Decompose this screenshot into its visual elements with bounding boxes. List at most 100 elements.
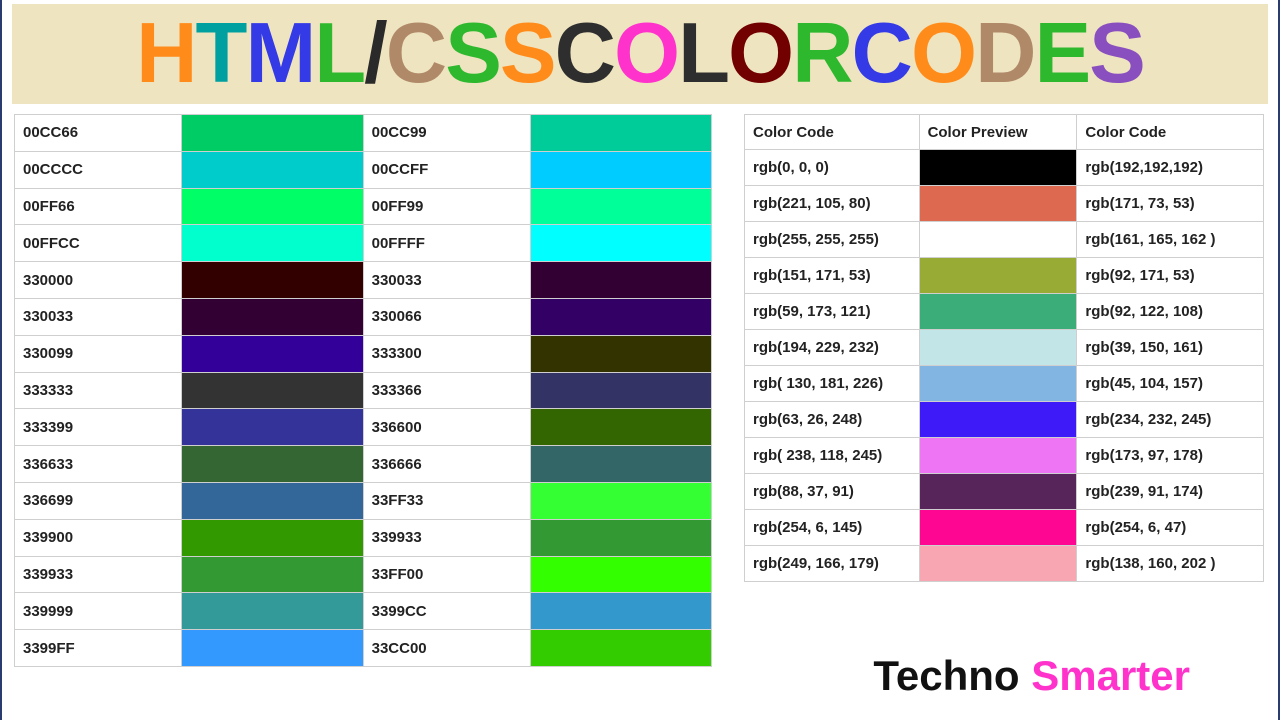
table-row: 00FF6600FF99 — [15, 188, 712, 225]
hex-code-cell: 333300 — [363, 335, 530, 372]
table-row: rgb(249, 166, 179)rgb(138, 160, 202 ) — [745, 546, 1264, 582]
hex-swatch — [182, 262, 363, 299]
hex-swatch — [182, 115, 363, 152]
header-color-code-right: Color Code — [1077, 115, 1264, 150]
hex-code-cell: 33FF00 — [363, 556, 530, 593]
rgb-swatch — [919, 474, 1077, 510]
hex-code-cell: 333366 — [363, 372, 530, 409]
table-row: 333399336600 — [15, 409, 712, 446]
rgb-swatch — [919, 510, 1077, 546]
rgb-code-cell: rgb(0, 0, 0) — [745, 150, 920, 186]
title-letter: O — [911, 5, 975, 103]
hex-swatch — [530, 262, 711, 299]
hex-swatch — [182, 372, 363, 409]
table-row: 00FFCC 00FFFF — [15, 225, 712, 262]
table-row: 339900339933 — [15, 519, 712, 556]
hex-swatch — [182, 151, 363, 188]
hex-code-cell: 3399FF — [15, 630, 182, 667]
rgb-swatch — [919, 294, 1077, 330]
table-row: rgb(194, 229, 232)rgb(39, 150, 161) — [745, 330, 1264, 366]
title-letter: O — [614, 5, 678, 103]
hex-swatch — [182, 519, 363, 556]
hex-code-cell: 00CCCC — [15, 151, 182, 188]
hex-swatch — [530, 335, 711, 372]
hex-code-cell: 00CC99 — [363, 115, 530, 152]
title-letter: C — [852, 5, 911, 103]
hex-code-cell: 333333 — [15, 372, 182, 409]
hex-swatch — [182, 630, 363, 667]
title-letter: O — [728, 5, 792, 103]
table-row: 330099 333300 — [15, 335, 712, 372]
header-color-preview: Color Preview — [919, 115, 1077, 150]
hex-swatch — [530, 556, 711, 593]
hex-code-cell: 00FFFF — [363, 225, 530, 262]
hex-code-cell: 330099 — [15, 335, 182, 372]
hex-code-cell: 336633 — [15, 446, 182, 483]
hex-code-cell: 00FF99 — [363, 188, 530, 225]
hex-code-cell: 336699 — [15, 482, 182, 519]
rgb-code-cell: rgb(254, 6, 47) — [1077, 510, 1264, 546]
title-letter: H — [136, 5, 195, 103]
hex-swatch — [182, 335, 363, 372]
hex-swatch — [182, 482, 363, 519]
hex-swatch — [182, 446, 363, 483]
hex-code-cell: 339933 — [363, 519, 530, 556]
title-letter: D — [975, 5, 1034, 103]
rgb-swatch — [919, 330, 1077, 366]
title-letter: S — [1089, 5, 1144, 103]
hex-swatch — [530, 630, 711, 667]
hex-swatch — [182, 409, 363, 446]
title-letter: M — [245, 5, 314, 103]
rgb-code-cell: rgb(194, 229, 232) — [745, 330, 920, 366]
rgb-header-row: Color Code Color Preview Color Code — [745, 115, 1264, 150]
rgb-swatch — [919, 366, 1077, 402]
title-letter: T — [196, 5, 246, 103]
hex-swatch — [530, 151, 711, 188]
rgb-code-cell: rgb(173, 97, 178) — [1077, 438, 1264, 474]
rgb-code-cell: rgb(63, 26, 248) — [745, 402, 920, 438]
table-row: 33993333FF00 — [15, 556, 712, 593]
table-row: rgb( 238, 118, 245) rgb(173, 97, 178) — [745, 438, 1264, 474]
rgb-code-cell: rgb( 238, 118, 245) — [745, 438, 920, 474]
rgb-swatch — [919, 438, 1077, 474]
rgb-code-cell: rgb(88, 37, 91) — [745, 474, 920, 510]
rgb-code-cell: rgb(234, 232, 245) — [1077, 402, 1264, 438]
hex-swatch — [530, 593, 711, 630]
hex-code-cell: 336600 — [363, 409, 530, 446]
rgb-code-cell: rgb(92, 171, 53) — [1077, 258, 1264, 294]
hex-swatch — [182, 188, 363, 225]
rgb-code-cell: rgb(138, 160, 202 ) — [1077, 546, 1264, 582]
hex-swatch — [182, 593, 363, 630]
table-row: rgb(255, 255, 255)rgb(161, 165, 162 ) — [745, 222, 1264, 258]
hex-swatch — [182, 298, 363, 335]
table-row: 336633336666 — [15, 446, 712, 483]
rgb-code-cell: rgb(161, 165, 162 ) — [1077, 222, 1264, 258]
rgb-swatch — [919, 186, 1077, 222]
table-row: rgb(63, 26, 248) rgb(234, 232, 245) — [745, 402, 1264, 438]
hex-code-cell: 33FF33 — [363, 482, 530, 519]
rgb-code-cell: rgb(192,192,192) — [1077, 150, 1264, 186]
rgb-code-cell: rgb(92, 122, 108) — [1077, 294, 1264, 330]
header-color-code-left: Color Code — [745, 115, 920, 150]
rgb-swatch — [919, 258, 1077, 294]
rgb-code-cell: rgb( 130, 181, 226) — [745, 366, 920, 402]
hex-code-cell: 00FFCC — [15, 225, 182, 262]
hex-swatch — [182, 225, 363, 262]
table-row: 00CC6600CC99 — [15, 115, 712, 152]
hex-swatch — [530, 115, 711, 152]
brand-word-1: Techno — [873, 652, 1031, 699]
table-row: rgb(88, 37, 91)rgb(239, 91, 174) — [745, 474, 1264, 510]
rgb-swatch — [919, 402, 1077, 438]
hex-code-cell: 33CC00 — [363, 630, 530, 667]
table-row: 333333 333366 — [15, 372, 712, 409]
title-letter: C — [555, 5, 614, 103]
hex-code-cell: 330033 — [363, 262, 530, 299]
table-row: 330000330033 — [15, 262, 712, 299]
table-row: 3399993399CC — [15, 593, 712, 630]
title-letter: L — [678, 5, 728, 103]
rgb-code-cell: rgb(151, 171, 53) — [745, 258, 920, 294]
hex-swatch — [182, 556, 363, 593]
title-letter: / — [364, 5, 386, 103]
table-row: 00CCCC00CCFF — [15, 151, 712, 188]
rgb-code-cell: rgb(45, 104, 157) — [1077, 366, 1264, 402]
